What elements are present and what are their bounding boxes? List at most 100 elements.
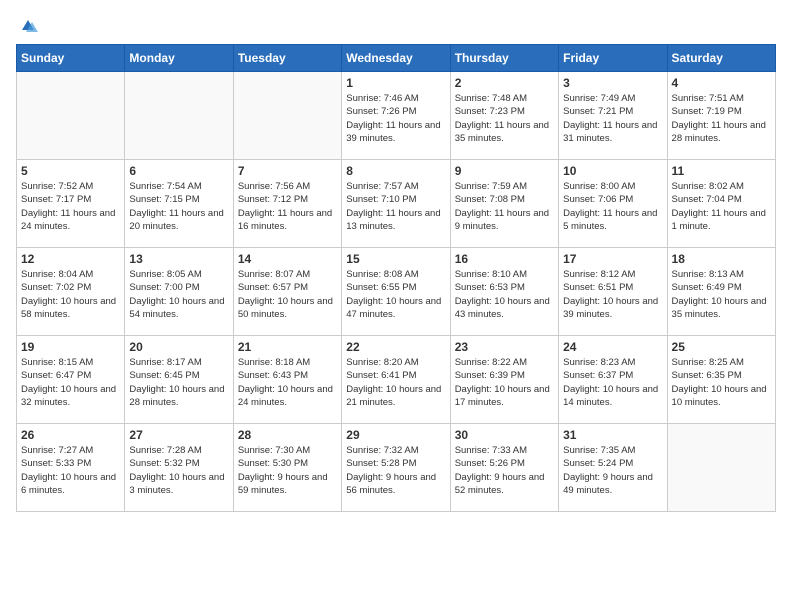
day-number: 3 — [563, 76, 662, 90]
day-info: Sunrise: 8:18 AM Sunset: 6:43 PM Dayligh… — [238, 356, 337, 409]
logo-icon — [18, 16, 38, 36]
calendar-cell: 9 Sunrise: 7:59 AM Sunset: 7:08 PM Daylig… — [450, 160, 558, 248]
day-info: Sunrise: 7:27 AM Sunset: 5:33 PM Dayligh… — [21, 444, 120, 497]
calendar-cell: 26 Sunrise: 7:27 AM Sunset: 5:33 PM Dayli… — [17, 424, 125, 512]
day-number: 27 — [129, 428, 228, 442]
day-number: 26 — [21, 428, 120, 442]
day-number: 21 — [238, 340, 337, 354]
day-info: Sunrise: 8:07 AM Sunset: 6:57 PM Dayligh… — [238, 268, 337, 321]
weekday-header-sunday: Sunday — [17, 45, 125, 72]
day-number: 5 — [21, 164, 120, 178]
calendar-cell: 21 Sunrise: 8:18 AM Sunset: 6:43 PM Dayli… — [233, 336, 341, 424]
day-info: Sunrise: 7:35 AM Sunset: 5:24 PM Dayligh… — [563, 444, 662, 497]
calendar-cell: 1 Sunrise: 7:46 AM Sunset: 7:26 PM Daylig… — [342, 72, 450, 160]
calendar-week-3: 12Sunrise: 8:04 AM Sunset: 7:02 PM Dayli… — [17, 248, 776, 336]
day-number: 9 — [455, 164, 554, 178]
weekday-header-monday: Monday — [125, 45, 233, 72]
day-number: 6 — [129, 164, 228, 178]
day-info: Sunrise: 8:25 AM Sunset: 6:35 PM Dayligh… — [672, 356, 771, 409]
calendar-cell: 30 Sunrise: 7:33 AM Sunset: 5:26 PM Dayli… — [450, 424, 558, 512]
day-number: 1 — [346, 76, 445, 90]
calendar-cell — [17, 72, 125, 160]
day-info: Sunrise: 8:13 AM Sunset: 6:49 PM Dayligh… — [672, 268, 771, 321]
day-info: Sunrise: 7:57 AM Sunset: 7:10 PM Dayligh… — [346, 180, 445, 233]
day-info: Sunrise: 8:08 AM Sunset: 6:55 PM Dayligh… — [346, 268, 445, 321]
day-info: Sunrise: 7:51 AM Sunset: 7:19 PM Dayligh… — [672, 92, 771, 145]
day-number: 17 — [563, 252, 662, 266]
day-info: Sunrise: 8:23 AM Sunset: 6:37 PM Dayligh… — [563, 356, 662, 409]
day-info: Sunrise: 7:46 AM Sunset: 7:26 PM Dayligh… — [346, 92, 445, 145]
calendar-cell: 13Sunrise: 8:05 AM Sunset: 7:00 PM Dayli… — [125, 248, 233, 336]
weekday-header-saturday: Saturday — [667, 45, 775, 72]
day-number: 22 — [346, 340, 445, 354]
day-info: Sunrise: 7:33 AM Sunset: 5:26 PM Dayligh… — [455, 444, 554, 497]
calendar-cell — [667, 424, 775, 512]
weekday-header-row: SundayMondayTuesdayWednesdayThursdayFrid… — [17, 45, 776, 72]
weekday-header-tuesday: Tuesday — [233, 45, 341, 72]
calendar-cell: 10 Sunrise: 8:00 AM Sunset: 7:06 PM Dayli… — [559, 160, 667, 248]
day-number: 23 — [455, 340, 554, 354]
day-info: Sunrise: 8:12 AM Sunset: 6:51 PM Dayligh… — [563, 268, 662, 321]
calendar-cell: 27 Sunrise: 7:28 AM Sunset: 5:32 PM Dayli… — [125, 424, 233, 512]
calendar-cell: 20 Sunrise: 8:17 AM Sunset: 6:45 PM Dayli… — [125, 336, 233, 424]
weekday-header-wednesday: Wednesday — [342, 45, 450, 72]
day-info: Sunrise: 8:15 AM Sunset: 6:47 PM Dayligh… — [21, 356, 120, 409]
day-number: 29 — [346, 428, 445, 442]
calendar-cell: 12Sunrise: 8:04 AM Sunset: 7:02 PM Dayli… — [17, 248, 125, 336]
calendar-cell: 28 Sunrise: 7:30 AM Sunset: 5:30 PM Dayli… — [233, 424, 341, 512]
weekday-header-friday: Friday — [559, 45, 667, 72]
day-number: 30 — [455, 428, 554, 442]
day-info: Sunrise: 8:00 AM Sunset: 7:06 PM Dayligh… — [563, 180, 662, 233]
calendar-cell: 11Sunrise: 8:02 AM Sunset: 7:04 PM Dayli… — [667, 160, 775, 248]
day-info: Sunrise: 7:48 AM Sunset: 7:23 PM Dayligh… — [455, 92, 554, 145]
day-info: Sunrise: 7:30 AM Sunset: 5:30 PM Dayligh… — [238, 444, 337, 497]
day-info: Sunrise: 8:20 AM Sunset: 6:41 PM Dayligh… — [346, 356, 445, 409]
day-info: Sunrise: 7:32 AM Sunset: 5:28 PM Dayligh… — [346, 444, 445, 497]
day-number: 15 — [346, 252, 445, 266]
weekday-header-thursday: Thursday — [450, 45, 558, 72]
calendar-cell: 24 Sunrise: 8:23 AM Sunset: 6:37 PM Dayli… — [559, 336, 667, 424]
day-number: 18 — [672, 252, 771, 266]
day-number: 8 — [346, 164, 445, 178]
calendar-week-2: 5 Sunrise: 7:52 AM Sunset: 7:17 PM Daylig… — [17, 160, 776, 248]
day-number: 31 — [563, 428, 662, 442]
calendar-cell — [125, 72, 233, 160]
calendar-cell: 31 Sunrise: 7:35 AM Sunset: 5:24 PM Dayli… — [559, 424, 667, 512]
day-number: 19 — [21, 340, 120, 354]
day-number: 11 — [672, 164, 771, 178]
day-number: 28 — [238, 428, 337, 442]
day-number: 10 — [563, 164, 662, 178]
day-info: Sunrise: 8:22 AM Sunset: 6:39 PM Dayligh… — [455, 356, 554, 409]
calendar-cell: 4 Sunrise: 7:51 AM Sunset: 7:19 PM Daylig… — [667, 72, 775, 160]
calendar-cell: 18 Sunrise: 8:13 AM Sunset: 6:49 PM Dayli… — [667, 248, 775, 336]
calendar-cell: 25Sunrise: 8:25 AM Sunset: 6:35 PM Dayli… — [667, 336, 775, 424]
calendar-cell: 29 Sunrise: 7:32 AM Sunset: 5:28 PM Dayli… — [342, 424, 450, 512]
day-number: 4 — [672, 76, 771, 90]
calendar-cell: 8 Sunrise: 7:57 AM Sunset: 7:10 PM Daylig… — [342, 160, 450, 248]
day-number: 13 — [129, 252, 228, 266]
calendar-table: SundayMondayTuesdayWednesdayThursdayFrid… — [16, 44, 776, 512]
day-info: Sunrise: 8:04 AM Sunset: 7:02 PM Dayligh… — [21, 268, 120, 321]
calendar-cell: 6 Sunrise: 7:54 AM Sunset: 7:15 PM Daylig… — [125, 160, 233, 248]
calendar-cell: 15 Sunrise: 8:08 AM Sunset: 6:55 PM Dayli… — [342, 248, 450, 336]
day-info: Sunrise: 7:54 AM Sunset: 7:15 PM Dayligh… — [129, 180, 228, 233]
day-info: Sunrise: 7:49 AM Sunset: 7:21 PM Dayligh… — [563, 92, 662, 145]
calendar-cell: 19 Sunrise: 8:15 AM Sunset: 6:47 PM Dayli… — [17, 336, 125, 424]
day-info: Sunrise: 7:59 AM Sunset: 7:08 PM Dayligh… — [455, 180, 554, 233]
day-info: Sunrise: 7:28 AM Sunset: 5:32 PM Dayligh… — [129, 444, 228, 497]
calendar-cell — [233, 72, 341, 160]
logo — [16, 16, 38, 36]
calendar-cell: 14 Sunrise: 8:07 AM Sunset: 6:57 PM Dayli… — [233, 248, 341, 336]
calendar-cell: 5 Sunrise: 7:52 AM Sunset: 7:17 PM Daylig… — [17, 160, 125, 248]
day-number: 20 — [129, 340, 228, 354]
day-info: Sunrise: 7:52 AM Sunset: 7:17 PM Dayligh… — [21, 180, 120, 233]
day-number: 24 — [563, 340, 662, 354]
calendar-week-1: 1 Sunrise: 7:46 AM Sunset: 7:26 PM Daylig… — [17, 72, 776, 160]
day-number: 7 — [238, 164, 337, 178]
day-info: Sunrise: 8:17 AM Sunset: 6:45 PM Dayligh… — [129, 356, 228, 409]
calendar-cell: 3 Sunrise: 7:49 AM Sunset: 7:21 PM Daylig… — [559, 72, 667, 160]
day-number: 14 — [238, 252, 337, 266]
calendar-cell: 7Sunrise: 7:56 AM Sunset: 7:12 PM Daylig… — [233, 160, 341, 248]
day-number: 2 — [455, 76, 554, 90]
day-number: 16 — [455, 252, 554, 266]
